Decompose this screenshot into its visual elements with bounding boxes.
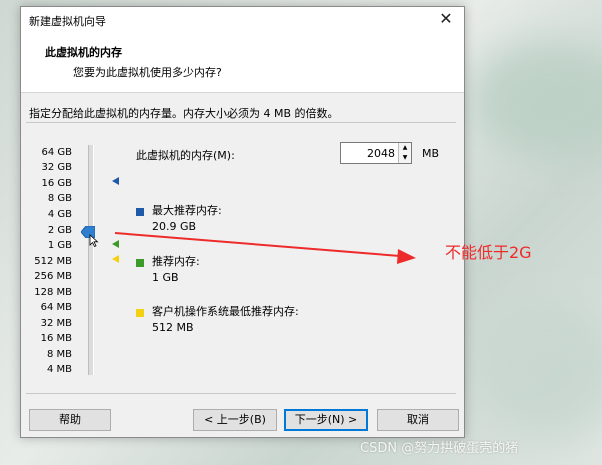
legend-value: 20.9 GB: [152, 220, 197, 233]
scale-label: 32 MB: [40, 318, 72, 329]
scale-label: 8 GB: [47, 193, 72, 204]
scale-label: 8 MB: [46, 349, 72, 360]
scale-label: 16 GB: [41, 178, 72, 189]
scale-label: 128 MB: [34, 287, 72, 298]
memory-panel: 64 GB 32 GB 16 GB 8 GB 4 GB 2 GB 1 GB 51…: [26, 122, 456, 394]
memory-size-label: 此虚拟机的内存(M):: [136, 149, 235, 162]
scale-label: 16 MB: [40, 333, 72, 344]
mouse-cursor-icon: [89, 234, 99, 247]
max-recommended-legend-icon: [136, 208, 144, 216]
legend-max-recommended: 最大推荐内存: 20.9 GB: [152, 203, 222, 235]
scale-label: 1 GB: [47, 240, 72, 251]
min-recommended-marker: [112, 255, 119, 263]
page-title: 此虚拟机的内存: [45, 46, 122, 59]
help-button[interactable]: 帮助: [29, 409, 111, 431]
cancel-button[interactable]: 取消: [377, 409, 459, 431]
scale-label: 4 MB: [46, 364, 72, 375]
memory-slider-track[interactable]: [88, 145, 94, 375]
new-vm-wizard-dialog: 新建虚拟机向导 ✕ 此虚拟机的内存 您要为此虚拟机使用多少内存? 指定分配给此虚…: [20, 6, 465, 438]
window-title: 新建虚拟机向导: [29, 15, 106, 28]
next-button[interactable]: 下一步(N) >: [284, 409, 368, 431]
page-subtitle: 您要为此虚拟机使用多少内存?: [73, 66, 222, 79]
legend-label: 客户机操作系统最低推荐内存:: [152, 305, 299, 318]
scale-label: 64 GB: [41, 147, 72, 158]
close-icon[interactable]: ✕: [434, 9, 458, 29]
max-recommended-marker: [112, 177, 119, 185]
scale-label: 4 GB: [47, 209, 72, 220]
min-recommended-legend-icon: [136, 309, 144, 317]
scale-label: 2 GB: [47, 225, 72, 236]
scale-label: 256 MB: [34, 271, 72, 282]
wizard-header: 此虚拟机的内存 您要为此虚拟机使用多少内存?: [21, 32, 464, 93]
memory-unit-label: MB: [422, 147, 440, 160]
watermark: CSDN @努力拱破蛋壳的猪: [360, 441, 519, 456]
scale-label: 512 MB: [34, 256, 72, 267]
instruction-text: 指定分配给此虚拟机的内存量。内存大小必须为 4 MB 的倍数。: [29, 107, 339, 120]
legend-recommended: 推荐内存: 1 GB: [152, 254, 200, 286]
legend-value: 1 GB: [152, 271, 179, 284]
legend-label: 最大推荐内存:: [152, 204, 222, 217]
recommended-marker: [112, 240, 119, 248]
title-bar[interactable]: 新建虚拟机向导 ✕: [21, 7, 464, 32]
legend-min-recommended: 客户机操作系统最低推荐内存: 512 MB: [152, 304, 299, 336]
scale-label: 64 MB: [40, 302, 72, 313]
back-button[interactable]: < 上一步(B): [193, 409, 277, 431]
legend-value: 512 MB: [152, 321, 194, 334]
spin-down-icon[interactable]: ▼: [399, 153, 411, 163]
legend-label: 推荐内存:: [152, 255, 200, 268]
spin-up-icon[interactable]: ▲: [399, 143, 411, 153]
recommended-legend-icon: [136, 259, 144, 267]
memory-size-stepper[interactable]: ▲ ▼: [340, 142, 412, 164]
scale-label: 32 GB: [41, 162, 72, 173]
annotation-text: 不能低于2G: [445, 243, 532, 262]
memory-size-input[interactable]: [341, 143, 397, 163]
